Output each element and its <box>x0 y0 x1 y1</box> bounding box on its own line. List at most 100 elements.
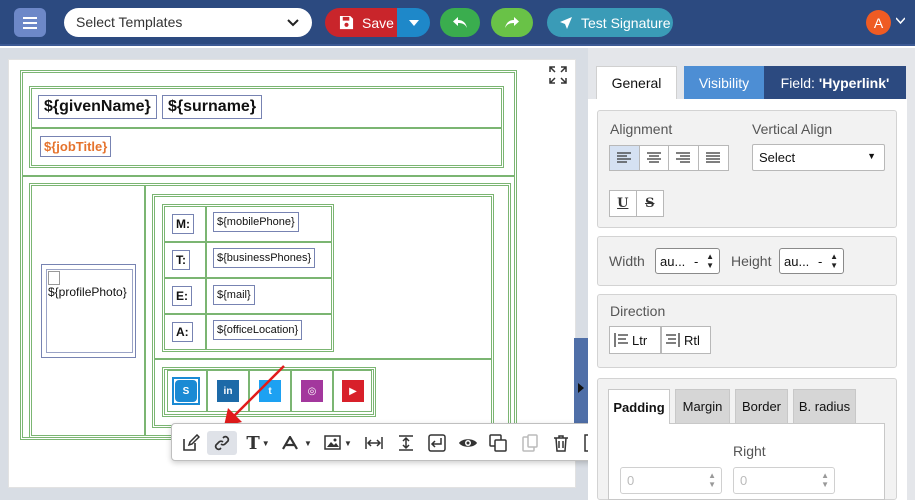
stepper-arrows-icon: ▲ ▼ <box>830 252 838 270</box>
stepper-arrows-icon: ▲ ▼ <box>708 471 716 489</box>
expand-icon[interactable] <box>549 66 567 84</box>
tab-general[interactable]: General <box>596 66 677 99</box>
width-label: Width <box>609 253 645 269</box>
alignment-label: Alignment <box>610 121 673 137</box>
tab-visibility[interactable]: Visibility <box>684 66 764 99</box>
ltr-icon <box>614 333 628 347</box>
align-right-icon[interactable] <box>669 146 699 170</box>
align-center-icon[interactable] <box>640 146 669 170</box>
image-icon[interactable]: ▼ <box>322 431 354 455</box>
template-select[interactable]: Select Templates <box>64 8 312 37</box>
padding-left-input[interactable]: 0 ▲ ▼ <box>620 467 722 494</box>
text-icon[interactable]: T ▼ <box>242 431 274 455</box>
height-input[interactable]: au... - ▲ ▼ <box>779 248 844 274</box>
field-prefix: Field: <box>780 74 815 91</box>
contact-label[interactable]: T: <box>172 250 190 270</box>
vertical-align-select[interactable]: Select ▼ <box>752 144 885 171</box>
avatar-initial: A <box>873 14 884 31</box>
vertical-align-label: Vertical Align <box>752 121 833 137</box>
contact-label[interactable]: M: <box>172 214 194 234</box>
ltr-button[interactable]: Ltr <box>609 326 661 354</box>
height-unit: - <box>818 254 823 269</box>
divider <box>144 186 146 435</box>
divider <box>165 313 331 315</box>
send-icon <box>560 16 572 29</box>
width-icon[interactable] <box>361 431 387 455</box>
contact-label[interactable]: A: <box>172 322 193 342</box>
given-name-field[interactable]: ${givenName} <box>38 95 157 119</box>
padding-left-value: 0 <box>627 473 635 488</box>
duplicate-icon[interactable] <box>485 431 511 455</box>
contact-value[interactable]: ${officeLocation} <box>213 320 303 340</box>
rtl-button[interactable]: Rtl <box>661 326 711 354</box>
width-value: au... <box>660 254 686 269</box>
subtab-border[interactable]: Border <box>735 389 788 424</box>
subtab-padding[interactable]: Padding <box>608 389 670 424</box>
padding-right-label: Right <box>733 443 766 459</box>
divider <box>165 277 331 279</box>
divider <box>165 241 331 243</box>
profile-photo-placeholder: ${profilePhoto} <box>48 285 127 299</box>
strikethrough-button[interactable]: S <box>637 191 663 216</box>
underline-label: U <box>617 196 629 211</box>
template-select-label: Select Templates <box>76 14 183 30</box>
align-justify-icon[interactable] <box>699 146 728 170</box>
job-title-field[interactable]: ${jobTitle} <box>40 136 112 157</box>
floppy-icon <box>339 15 354 30</box>
height-icon[interactable] <box>393 431 419 455</box>
profile-photo-cell[interactable]: ${profilePhoto} <box>41 264 136 358</box>
save-label: Save <box>362 14 394 31</box>
surname-field[interactable]: ${surname} <box>162 95 263 119</box>
vertical-align-value: Select <box>759 150 796 165</box>
profile-photo[interactable]: ${profilePhoto} <box>46 269 133 353</box>
broken-image-icon <box>48 271 60 285</box>
divider <box>22 175 515 177</box>
subtab-border-radius[interactable]: B. radius <box>793 389 856 424</box>
font-style-icon[interactable]: ▼ <box>280 431 314 455</box>
padding-right-input[interactable]: 0 ▲ ▼ <box>733 467 835 494</box>
skype-icon[interactable]: S <box>175 380 197 402</box>
chevron-down-icon <box>287 19 299 27</box>
instagram-icon[interactable]: ◎ <box>301 380 323 402</box>
padding-right-value: 0 <box>740 473 748 488</box>
undo-button[interactable] <box>440 8 480 37</box>
height-label: Height <box>731 253 772 269</box>
stepper-arrows-icon: ▲ ▼ <box>706 252 714 270</box>
chevron-down-icon[interactable] <box>896 14 905 28</box>
avatar[interactable]: A <box>866 10 891 35</box>
redo-button[interactable] <box>491 8 533 37</box>
field-title: Field: 'Hyperlink' <box>764 66 906 99</box>
test-signature-button[interactable]: Test Signature <box>547 8 673 37</box>
undo-icon <box>453 16 467 28</box>
subtab-margin[interactable]: Margin <box>675 389 730 424</box>
save-button[interactable]: Save <box>325 8 397 37</box>
arrow-right-icon <box>578 383 584 393</box>
rtl-label: Rtl <box>684 332 700 348</box>
eye-icon[interactable] <box>455 431 481 455</box>
text-decoration-group: U S <box>609 190 664 217</box>
alignment-group <box>609 145 729 171</box>
contact-value[interactable]: ${mobilePhone} <box>213 212 299 232</box>
edit-icon[interactable] <box>178 431 204 455</box>
align-left-icon[interactable] <box>610 146 640 170</box>
width-unit: - <box>694 254 699 269</box>
link-icon[interactable] <box>207 431 237 455</box>
field-name: 'Hyperlink' <box>818 74 890 91</box>
redo-icon <box>505 16 519 28</box>
divider <box>32 127 501 129</box>
contact-label[interactable]: E: <box>172 286 192 306</box>
stepper-arrows-icon: ▲ ▼ <box>821 471 829 489</box>
annotation-arrow <box>224 365 285 426</box>
paste-icon[interactable] <box>517 431 543 455</box>
menu-button[interactable] <box>14 8 46 37</box>
width-input[interactable]: au... - ▲ ▼ <box>655 248 720 274</box>
underline-button[interactable]: U <box>610 191 637 216</box>
enter-icon[interactable] <box>424 431 450 455</box>
trash-icon[interactable] <box>548 431 574 455</box>
contact-value[interactable]: ${mail} <box>213 285 255 305</box>
caret-down-icon <box>408 19 419 26</box>
direction-label: Direction <box>610 303 666 319</box>
contact-value[interactable]: ${businessPhones} <box>213 248 316 268</box>
youtube-icon[interactable]: ▶ <box>342 380 364 402</box>
save-dropdown-button[interactable] <box>397 8 430 37</box>
